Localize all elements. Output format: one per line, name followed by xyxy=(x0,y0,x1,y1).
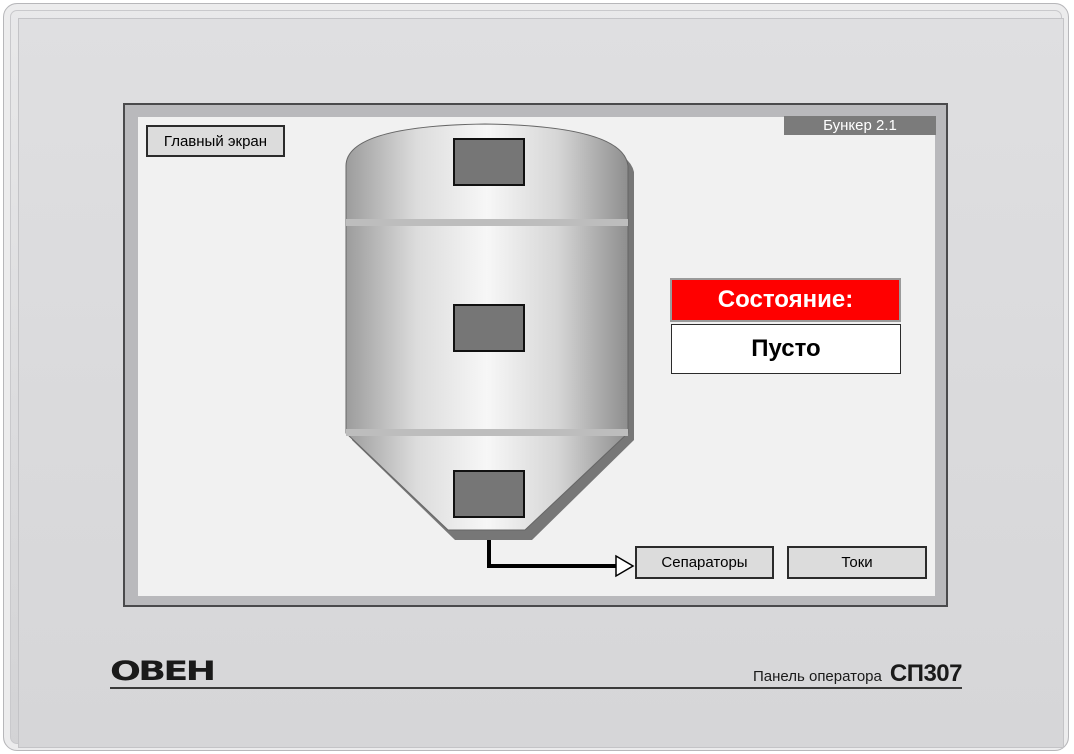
level-sensor-bottom xyxy=(453,470,525,518)
panel-caption: Панель оператора СП307 xyxy=(752,660,963,688)
screen-title: Бункер 2.1 xyxy=(784,116,936,135)
divider xyxy=(110,687,962,689)
level-sensor-top xyxy=(453,138,525,186)
brand-logo: ОВЕН xyxy=(110,656,216,687)
hopper-graphic xyxy=(345,123,635,578)
status-value: Пусто xyxy=(671,324,901,374)
flow-arrow-icon xyxy=(615,554,635,578)
currents-button[interactable]: Токи xyxy=(787,546,927,579)
panel-model: СП307 xyxy=(889,660,963,687)
main-screen-button[interactable]: Главный экран xyxy=(146,125,285,157)
status-label: Состояние: xyxy=(670,278,901,322)
hopper-seam-upper xyxy=(346,219,628,226)
level-sensor-middle xyxy=(453,304,525,352)
panel-caption-label: Панель оператора xyxy=(752,668,882,685)
separators-button[interactable]: Сепараторы xyxy=(635,546,774,579)
hopper-seam-lower xyxy=(346,429,628,436)
outlet-pipe xyxy=(487,540,618,568)
